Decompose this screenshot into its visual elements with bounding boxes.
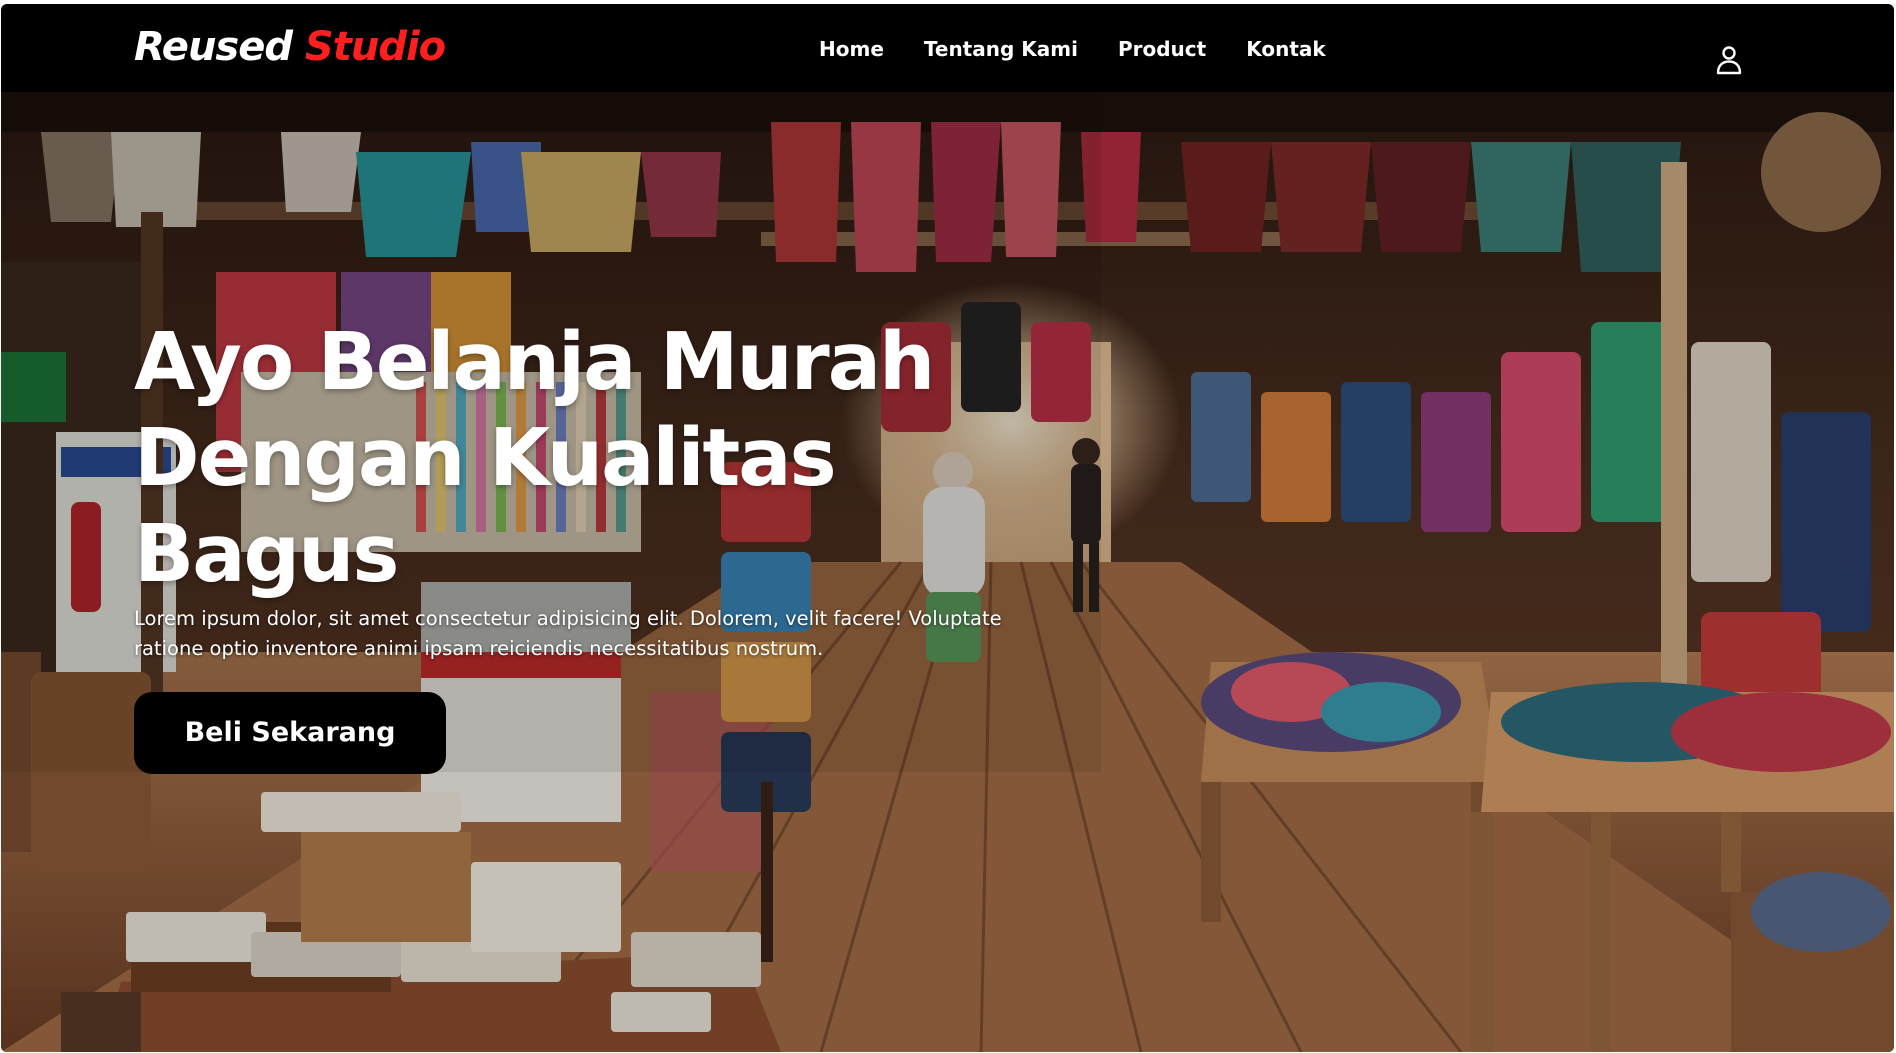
nav-menu: Home Tentang Kami Product Kontak [819, 37, 1326, 61]
brand-name-part1: Reused [134, 24, 293, 70]
nav-item-product: Product [1118, 37, 1206, 61]
page: Reused Studio Home Tentang Kami Product … [1, 4, 1894, 1052]
hero-description: Lorem ipsum dolor, sit amet consectetur … [134, 607, 1002, 660]
nav-link-tentang-kami[interactable]: Tentang Kami [924, 37, 1078, 61]
nav-item-home: Home [819, 37, 884, 61]
hero-content: Ayo Belanja Murah Dengan Kualitas Bagus … [134, 314, 1034, 774]
nav-item-kontak: Kontak [1246, 37, 1325, 61]
nav-link-product[interactable]: Product [1118, 37, 1206, 61]
user-icon [1716, 46, 1742, 75]
nav-link-home[interactable]: Home [819, 37, 884, 61]
navbar: Reused Studio Home Tentang Kami Product … [1, 4, 1894, 92]
brand-logo[interactable]: Reused Studio [134, 24, 446, 70]
nav-link-kontak[interactable]: Kontak [1246, 37, 1325, 61]
nav-item-tentang-kami: Tentang Kami [924, 37, 1078, 61]
hero-section: Ayo Belanja Murah Dengan Kualitas Bagus … [1, 92, 1894, 1052]
brand-name-part2: Studio [304, 24, 446, 70]
beli-sekarang-button[interactable]: Beli Sekarang [134, 692, 446, 774]
user-account-button[interactable] [1714, 44, 1744, 76]
hero-title: Ayo Belanja Murah Dengan Kualitas Bagus [134, 316, 935, 600]
